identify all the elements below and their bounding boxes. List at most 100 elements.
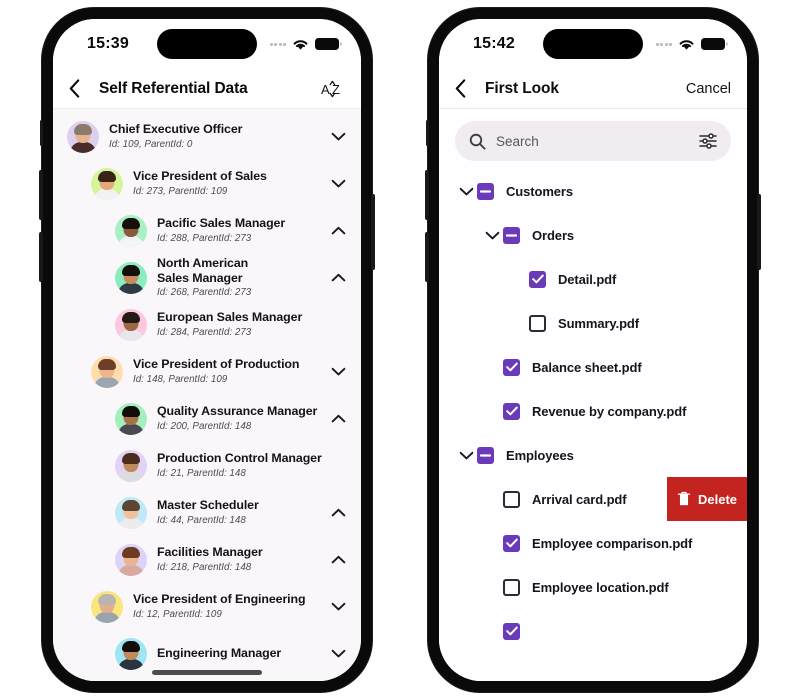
avatar-body	[118, 517, 144, 529]
chevron-up-icon	[331, 508, 345, 517]
cancel-button[interactable]: Cancel	[686, 81, 731, 97]
tree-row[interactable]: Revenue by company.pdf	[439, 389, 747, 433]
avatar	[115, 496, 147, 529]
tree-row[interactable]: Detail.pdf	[439, 257, 747, 301]
tree-row[interactable]: Summary.pdf	[439, 301, 747, 345]
employee-title: Production Control Manager	[157, 451, 322, 466]
employee-ids: Id: 273, ParentId: 109	[133, 185, 228, 197]
cellular-dots-icon	[655, 42, 672, 46]
employee-row[interactable]: Facilities Manager Id: 218, ParentId: 148	[53, 536, 361, 583]
nav-right-actions: A Z	[321, 78, 345, 100]
tree-row[interactable]: Employee location.pdf	[439, 565, 747, 609]
employee-row[interactable]: Chief Executive Officer Id: 109, ParentId…	[53, 113, 361, 160]
avatar-hair	[122, 640, 140, 652]
avatar-hair	[122, 546, 140, 558]
search-input[interactable]: Search	[496, 134, 689, 149]
tree-expand-toggle[interactable]	[455, 451, 477, 460]
tree-row[interactable]: Customers	[439, 169, 747, 213]
employee-text: Master Scheduler Id: 44, ParentId: 148	[157, 498, 329, 527]
expand-toggle[interactable]	[329, 226, 347, 235]
status-icons	[269, 38, 342, 51]
wifi-icon	[293, 39, 308, 50]
tree-expand-toggle[interactable]	[481, 231, 503, 240]
employee-ids: Id: 218, ParentId: 148	[157, 561, 252, 573]
tree-row[interactable]: Employee comparison.pdf	[439, 521, 747, 565]
volume-down-button[interactable]	[425, 232, 429, 282]
employee-text: Vice President of Engineering Id: 12, Par…	[133, 592, 329, 621]
tree-checkbox[interactable]	[503, 578, 520, 596]
avatar-face	[118, 452, 144, 482]
expand-toggle[interactable]	[329, 508, 347, 517]
employee-list[interactable]: Chief Executive Officer Id: 109, ParentId…	[53, 109, 361, 681]
back-button[interactable]	[455, 79, 479, 98]
chevron-down-icon	[331, 367, 345, 376]
filter-sliders-icon[interactable]	[699, 133, 717, 149]
employee-row[interactable]: Vice President of Engineering Id: 12, Par…	[53, 583, 361, 630]
tree-row[interactable]: Arrival card.pdf Delete	[439, 477, 747, 521]
tree-row[interactable]: Employees	[439, 433, 747, 477]
check-icon	[505, 626, 518, 636]
silent-switch[interactable]	[426, 120, 429, 146]
chevron-down-icon	[459, 451, 473, 459]
employee-text: Chief Executive Officer Id: 109, ParentId…	[109, 122, 329, 151]
tree-checkbox[interactable]	[503, 622, 520, 640]
employee-row[interactable]: European Sales Manager Id: 284, ParentId:…	[53, 301, 361, 348]
tree-checkbox[interactable]	[477, 182, 494, 200]
tree-row[interactable]: Balance sheet.pdf	[439, 345, 747, 389]
employee-text: Quality Assurance Manager Id: 200, Parent…	[157, 404, 329, 433]
power-button[interactable]	[757, 194, 761, 270]
expand-toggle[interactable]	[329, 273, 347, 282]
sort-az-button[interactable]: A Z	[321, 78, 345, 100]
employee-row[interactable]: Quality Assurance Manager Id: 200, Parent…	[53, 395, 361, 442]
tree-checkbox[interactable]	[503, 226, 520, 244]
tree-checkbox[interactable]	[477, 446, 494, 464]
tree-checkbox[interactable]	[529, 270, 546, 288]
delete-swipe-action[interactable]: Delete	[667, 477, 747, 521]
employee-title: Master Scheduler	[157, 498, 259, 513]
volume-down-button[interactable]	[39, 232, 43, 282]
tree-checkbox[interactable]	[503, 358, 520, 376]
check-icon	[505, 362, 518, 372]
volume-up-button[interactable]	[425, 170, 429, 220]
tree-checkbox[interactable]	[503, 402, 520, 420]
avatar-hair	[122, 405, 140, 417]
employee-title: Chief Executive Officer	[109, 122, 243, 137]
tree-row[interactable]	[439, 609, 747, 653]
expand-toggle[interactable]	[329, 414, 347, 423]
tree-checkbox[interactable]	[503, 534, 520, 552]
employee-row[interactable]: Vice President of Production Id: 148, Par…	[53, 348, 361, 395]
search-bar[interactable]: Search	[455, 121, 731, 161]
status-bar-right: 15:42	[439, 19, 747, 69]
power-button[interactable]	[371, 194, 375, 270]
expand-toggle[interactable]	[329, 555, 347, 564]
tree-item-label: Employee location.pdf	[532, 579, 669, 595]
employee-row[interactable]: Production Control Manager Id: 21, Parent…	[53, 442, 361, 489]
file-tree[interactable]: Customers Orders Detail.pdf Summary.pdf Bala…	[439, 169, 747, 653]
avatar-body	[70, 141, 96, 153]
expand-toggle[interactable]	[329, 649, 347, 658]
tree-checkbox[interactable]	[529, 314, 546, 332]
volume-up-button[interactable]	[39, 170, 43, 220]
expand-toggle[interactable]	[329, 367, 347, 376]
employee-ids: Id: 12, ParentId: 109	[133, 608, 222, 620]
employee-text: Production Control Manager Id: 21, Parent…	[157, 451, 329, 480]
employee-row[interactable]: Pacific Sales Manager Id: 288, ParentId: …	[53, 207, 361, 254]
file-tree-panel: Search Customers Orders Detail.pdf Summary.…	[439, 109, 747, 681]
tree-expand-toggle[interactable]	[455, 187, 477, 196]
back-button[interactable]	[69, 79, 93, 98]
expand-toggle[interactable]	[329, 179, 347, 188]
employee-ids: Id: 21, ParentId: 148	[157, 467, 246, 479]
tree-item-label: Revenue by company.pdf	[532, 403, 687, 419]
tree-checkbox[interactable]	[503, 490, 520, 508]
battery-icon	[315, 38, 342, 50]
silent-switch[interactable]	[40, 120, 43, 146]
avatar-body	[118, 329, 144, 341]
employee-row[interactable]: North American Sales Manager Id: 268, Pare…	[53, 254, 361, 301]
expand-toggle[interactable]	[329, 132, 347, 141]
employee-row[interactable]: Vice President of Sales Id: 273, ParentId…	[53, 160, 361, 207]
expand-toggle[interactable]	[329, 602, 347, 611]
employee-row[interactable]: Master Scheduler Id: 44, ParentId: 148	[53, 489, 361, 536]
tree-row[interactable]: Orders	[439, 213, 747, 257]
tree-item-label: Orders	[532, 227, 575, 243]
dynamic-island	[543, 29, 643, 59]
